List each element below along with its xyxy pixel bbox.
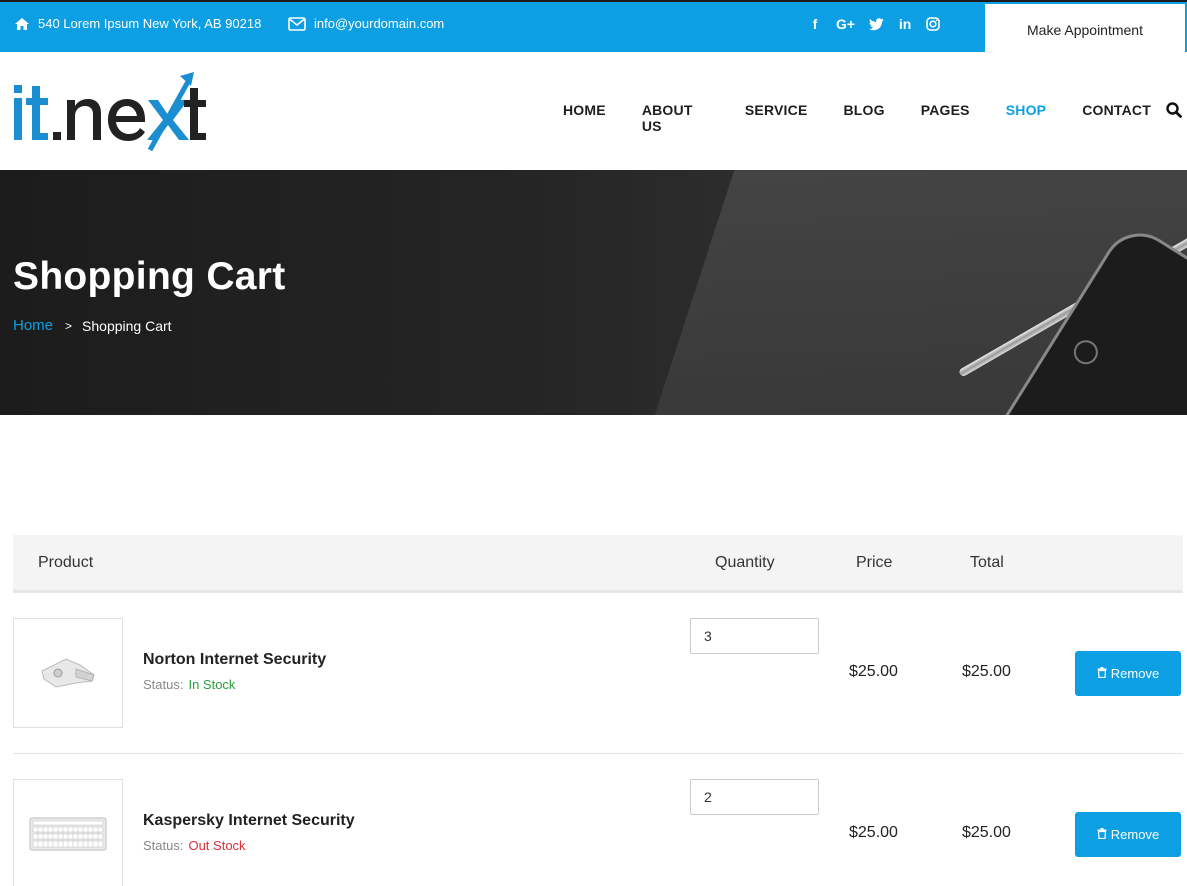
social-links: f G+ in [808,15,940,33]
header-product: Product [38,554,94,571]
product-price: $25.00 [849,824,898,841]
breadcrumb-home-link[interactable]: Home [13,317,53,334]
remove-button[interactable]: Remove [1075,812,1181,857]
usb-key-image [41,658,95,688]
cart-row: Norton Internet Security Status: In Stock… [13,593,1183,754]
status-value: In Stock [188,677,236,692]
nav-about-us[interactable]: ABOUT US [642,102,709,134]
instagram-icon[interactable] [926,17,940,31]
nav-contact[interactable]: CONTACT [1082,102,1151,134]
nav-home[interactable]: HOME [563,102,606,134]
nav-blog[interactable]: BLOG [843,102,884,134]
breadcrumb: Home > Shopping Cart [13,317,172,334]
header-total: Total [970,554,1004,571]
address-text: 540 Lorem Ipsum New York, AB 90218 [38,16,262,31]
remove-label: Remove [1110,666,1160,681]
page-banner: Shopping Cart Home > Shopping Cart [0,170,1187,415]
linkedin-icon[interactable]: in [898,15,912,33]
nav-pages[interactable]: PAGES [921,102,970,134]
email[interactable]: info@yourdomain.com [288,16,444,31]
google-plus-icon[interactable]: G+ [836,15,855,33]
facebook-icon[interactable]: f [808,15,822,33]
status-value: Out Stock [188,838,246,853]
product-name[interactable]: Kaspersky Internet Security [143,812,355,830]
site-header: HOME ABOUT US SERVICE BLOG PAGES SHOP CO… [0,52,1187,170]
cart-table-header: Product Quantity Price Total [13,535,1183,593]
trash-icon [1097,827,1107,842]
search-icon[interactable] [1166,102,1182,123]
product-total: $25.00 [962,824,1011,841]
breadcrumb-current: Shopping Cart [82,317,172,334]
product-thumbnail[interactable] [13,618,123,728]
product-name[interactable]: Norton Internet Security [143,651,326,669]
main-nav: HOME ABOUT US SERVICE BLOG PAGES SHOP CO… [563,102,1187,134]
product-total: $25.00 [962,663,1011,680]
make-appointment-button[interactable]: Make Appointment [985,4,1185,56]
remove-label: Remove [1110,827,1160,842]
trash-icon [1097,666,1107,681]
quantity-input[interactable] [690,779,819,815]
header-quantity: Quantity [715,554,775,571]
home-icon [14,17,30,31]
quantity-input[interactable] [690,618,819,654]
product-status: Status: Out Stock [143,838,246,853]
address: 540 Lorem Ipsum New York, AB 90218 [14,16,261,31]
keyboard-image [29,817,107,851]
top-bar: 540 Lorem Ipsum New York, AB 90218 info@… [0,0,1187,56]
nav-service[interactable]: SERVICE [745,102,808,134]
envelope-icon [288,16,306,31]
cart-row: Kaspersky Internet Security Status: Out S… [13,754,1183,886]
status-label: Status: [143,838,184,853]
breadcrumb-separator: > [65,318,73,333]
nav-shop[interactable]: SHOP [1006,102,1046,134]
site-logo[interactable] [12,70,212,156]
remove-button[interactable]: Remove [1075,651,1181,696]
product-status: Status: In Stock [143,677,235,692]
product-thumbnail[interactable] [13,779,123,886]
header-price: Price [856,554,893,571]
email-text[interactable]: info@yourdomain.com [314,16,444,31]
twitter-icon[interactable] [869,17,884,31]
status-label: Status: [143,677,184,692]
page-title: Shopping Cart [13,255,286,298]
product-price: $25.00 [849,663,898,680]
